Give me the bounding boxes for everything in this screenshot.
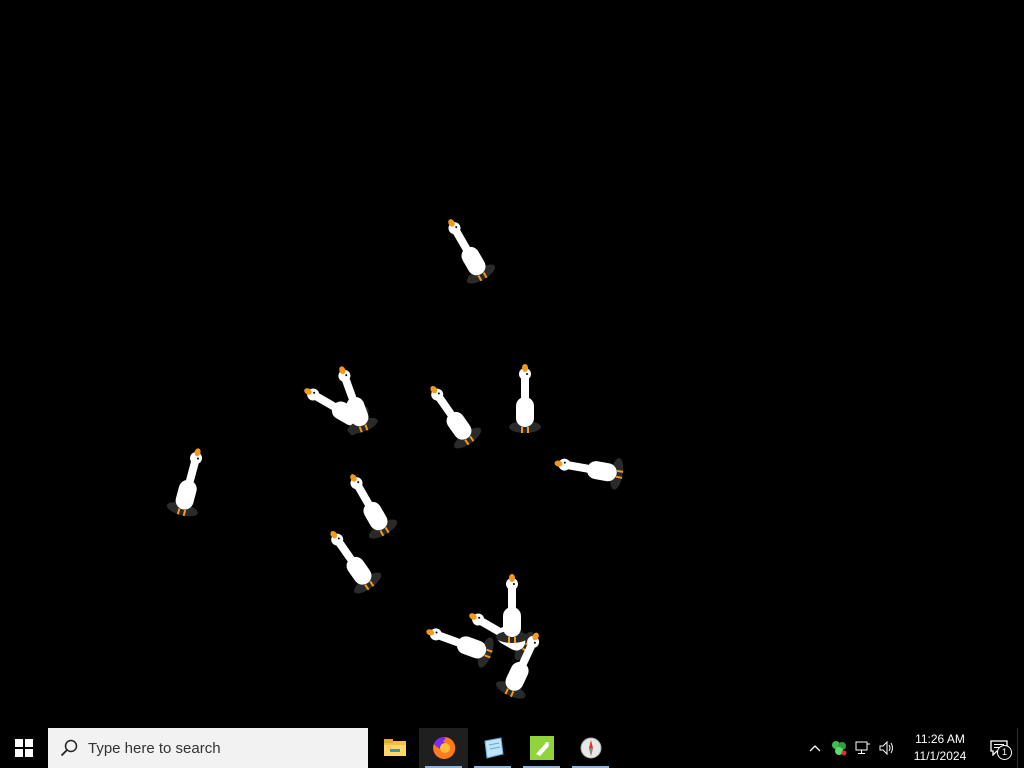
goose-7-goose[interactable] — [165, 444, 214, 519]
taskbar: Type here to search 11:26 AM 11/1/2024 1 — [0, 728, 1024, 768]
pinned-apps — [370, 728, 615, 768]
goose-5-goose[interactable] — [509, 364, 541, 433]
network-icon — [855, 741, 870, 754]
recycle-tray-icon — [832, 741, 847, 756]
search-placeholder: Type here to search — [88, 739, 221, 757]
goose-3-goose[interactable] — [326, 361, 380, 437]
firefox-icon — [432, 736, 455, 759]
chevron-up-icon — [809, 745, 821, 752]
network-button[interactable] — [851, 728, 875, 768]
system-tray: 11:26 AM 11/1/2024 1 — [803, 728, 1024, 768]
goose-1-goose[interactable] — [436, 211, 498, 287]
goose-4-goose[interactable] — [418, 377, 484, 452]
show-hidden-icons-button[interactable] — [803, 728, 827, 768]
goose-app-icon — [529, 736, 554, 760]
start-button[interactable] — [0, 728, 48, 768]
taskbar-desktop-goose[interactable] — [517, 728, 566, 768]
notepad-icon — [483, 737, 504, 759]
goose-6-goose[interactable] — [552, 447, 626, 490]
windows-logo-icon — [15, 739, 33, 757]
goose-8-goose[interactable] — [338, 466, 400, 542]
action-center-button[interactable]: 1 — [981, 728, 1017, 768]
volume-button[interactable] — [875, 728, 899, 768]
volume-icon — [879, 741, 893, 755]
taskbar-file-explorer[interactable] — [370, 728, 419, 768]
search-icon — [60, 739, 78, 757]
tray-app-button[interactable] — [827, 728, 851, 768]
clock-date: 11/1/2024 — [913, 749, 967, 763]
taskbar-notepad[interactable] — [468, 728, 517, 768]
compass-icon — [580, 737, 601, 759]
show-desktop-button[interactable] — [1017, 728, 1024, 768]
taskbar-compass[interactable] — [566, 728, 615, 768]
taskbar-firefox[interactable] — [419, 728, 468, 768]
notification-count-badge: 1 — [997, 745, 1012, 760]
clock[interactable]: 11:26 AM 11/1/2024 — [903, 731, 977, 765]
search-box[interactable]: Type here to search — [48, 728, 368, 768]
folder-icon — [383, 739, 406, 756]
goose-layer — [165, 211, 626, 699]
desktop — [0, 0, 1024, 728]
clock-time: 11:26 AM — [915, 732, 965, 746]
